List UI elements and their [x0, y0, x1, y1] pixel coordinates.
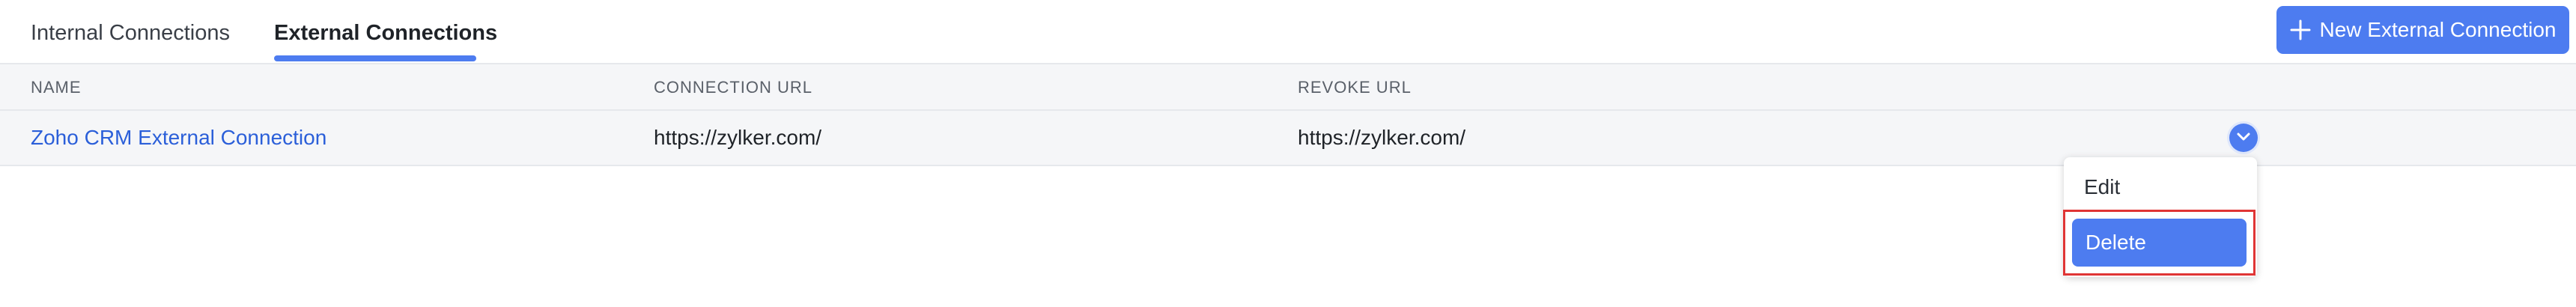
revoke-url-cell: https://zylker.com/: [1298, 126, 1466, 149]
table-header: NAME CONNECTION URL REVOKE URL: [0, 64, 2576, 111]
plus-icon: [2290, 19, 2311, 40]
column-header-name: NAME: [31, 78, 82, 97]
tab-internal-connections[interactable]: Internal Connections: [31, 21, 230, 46]
row-actions-dropdown-button[interactable]: [2229, 124, 2258, 152]
connection-url-cell: https://zylker.com/: [654, 126, 822, 149]
menu-item-delete[interactable]: Delete: [2072, 219, 2247, 267]
connection-name-link[interactable]: Zoho CRM External Connection: [31, 126, 326, 150]
tab-external-connections[interactable]: External Connections: [274, 21, 497, 46]
column-header-connection-url: CONNECTION URL: [654, 78, 813, 97]
chevron-down-icon: [2237, 133, 2250, 141]
active-tab-indicator: [274, 55, 476, 61]
delete-highlight-box: Delete: [2063, 210, 2255, 276]
new-external-connection-button[interactable]: New External Connection: [2276, 6, 2569, 54]
new-external-connection-label: New External Connection: [2319, 18, 2557, 41]
menu-item-edit[interactable]: Edit: [2064, 175, 2257, 199]
column-header-revoke-url: REVOKE URL: [1298, 78, 1412, 97]
connections-tabs-bar: Internal Connections External Connection…: [0, 0, 2576, 64]
